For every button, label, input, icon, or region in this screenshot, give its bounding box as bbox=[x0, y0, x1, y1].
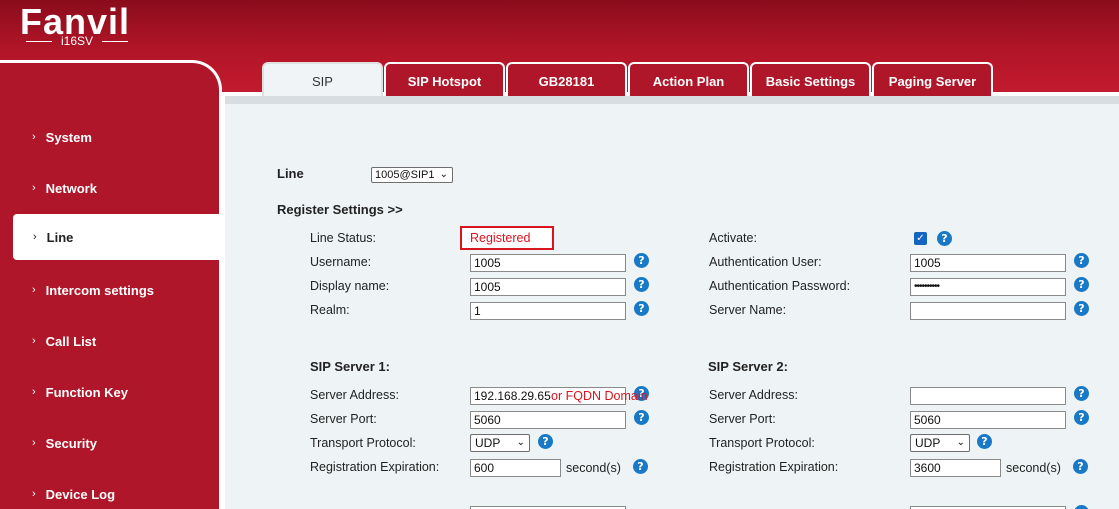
transport-select-value: UDP bbox=[915, 436, 941, 450]
display-name-input[interactable]: 1005 bbox=[470, 278, 626, 296]
server-2-expiration-input[interactable]: 3600 bbox=[910, 459, 1001, 477]
sidebar-item-line[interactable]: › Line bbox=[13, 214, 220, 260]
help-icon[interactable]: ? bbox=[937, 231, 952, 246]
sidebar: › System › Network › Line › Intercom set… bbox=[0, 60, 222, 509]
chevron-down-icon: ⌄ bbox=[956, 437, 965, 448]
sidebar-item-function-key[interactable]: › Function Key bbox=[0, 370, 219, 414]
server-1-port-label: Server Port: bbox=[310, 412, 377, 426]
help-icon[interactable]: ? bbox=[633, 459, 648, 474]
chevron-right-icon: › bbox=[32, 488, 36, 500]
server-2-port-input[interactable]: 5060 bbox=[910, 411, 1066, 429]
line-label: Line bbox=[277, 166, 304, 181]
chevron-down-icon: ⌄ bbox=[439, 169, 448, 180]
username-label: Username: bbox=[310, 255, 372, 269]
tab-sip[interactable]: SIP bbox=[262, 62, 383, 98]
help-icon[interactable] bbox=[1074, 505, 1089, 509]
server-2-expiration-unit: second(s) bbox=[1006, 461, 1061, 475]
help-icon[interactable]: ? bbox=[634, 253, 649, 268]
chevron-right-icon: › bbox=[32, 182, 36, 194]
sidebar-item-label: Function Key bbox=[45, 384, 129, 400]
server-2-address-label: Server Address: bbox=[709, 388, 798, 402]
sidebar-item-label: Line bbox=[46, 229, 74, 245]
sip-settings-panel: Line 1005@SIP1 ⌄ Register Settings >> Li… bbox=[225, 104, 1119, 509]
register-settings-heading: Register Settings >> bbox=[277, 202, 403, 217]
help-icon[interactable]: ? bbox=[538, 434, 553, 449]
help-icon[interactable]: ? bbox=[1073, 459, 1088, 474]
help-icon[interactable]: ? bbox=[1074, 410, 1089, 425]
help-icon[interactable]: ? bbox=[634, 410, 649, 425]
help-icon[interactable]: ? bbox=[634, 301, 649, 316]
line-status-label: Line Status: bbox=[310, 231, 377, 245]
sidebar-item-network[interactable]: › Network bbox=[0, 166, 219, 210]
auth-user-label: Authentication User: bbox=[709, 255, 822, 269]
auth-user-input[interactable]: 1005 bbox=[910, 254, 1066, 272]
help-icon[interactable]: ? bbox=[1074, 277, 1089, 292]
chevron-right-icon: › bbox=[33, 231, 37, 243]
server-1-port-input[interactable]: 5060 bbox=[470, 411, 626, 429]
sidebar-item-intercom-settings[interactable]: › Intercom settings bbox=[0, 268, 219, 312]
sidebar-item-label: System bbox=[45, 129, 92, 145]
chevron-right-icon: › bbox=[32, 284, 36, 296]
server-2-transport-label: Transport Protocol: bbox=[709, 436, 815, 450]
sip-server-1-heading: SIP Server 1: bbox=[310, 359, 390, 374]
server-1-expiration-input[interactable]: 600 bbox=[470, 459, 561, 477]
tab-basic-settings[interactable]: Basic Settings bbox=[750, 62, 871, 98]
realm-input[interactable]: 1 bbox=[470, 302, 626, 320]
chevron-right-icon: › bbox=[32, 335, 36, 347]
sidebar-item-security[interactable]: › Security bbox=[0, 421, 219, 465]
help-icon[interactable]: ? bbox=[1074, 386, 1089, 401]
tab-action-plan[interactable]: Action Plan bbox=[628, 62, 749, 98]
sidebar-item-label: Call List bbox=[45, 333, 97, 349]
sidebar-item-label: Security bbox=[45, 435, 97, 451]
transport-select-value: UDP bbox=[475, 436, 501, 450]
server-2-address-input[interactable] bbox=[910, 387, 1066, 405]
chevron-right-icon: › bbox=[32, 437, 36, 449]
activate-checkbox[interactable]: ✓ bbox=[914, 232, 927, 245]
line-status-value: Registered bbox=[460, 226, 554, 250]
tab-bar: SIP SIP Hotspot GB28181 Action Plan Basi… bbox=[225, 60, 1119, 100]
chevron-down-icon: ⌄ bbox=[516, 437, 525, 448]
help-icon[interactable]: ? bbox=[1074, 253, 1089, 268]
tab-underline bbox=[225, 96, 1119, 104]
server-1-expiration-label: Registration Expiration: bbox=[310, 460, 440, 474]
server-1-transport-select[interactable]: UDP ⌄ bbox=[470, 434, 530, 452]
tab-paging-server[interactable]: Paging Server bbox=[872, 62, 993, 98]
sidebar-item-device-log[interactable]: › Device Log bbox=[0, 472, 219, 509]
line-select[interactable]: 1005@SIP1 ⌄ bbox=[371, 167, 453, 183]
server-name-label: Server Name: bbox=[709, 303, 787, 317]
auth-password-input[interactable]: •••••••••• bbox=[910, 278, 1066, 296]
help-icon[interactable]: ? bbox=[977, 434, 992, 449]
sidebar-item-label: Network bbox=[45, 180, 97, 196]
chevron-right-icon: › bbox=[32, 131, 36, 143]
sidebar-item-system[interactable]: › System bbox=[0, 115, 219, 159]
tab-sip-hotspot[interactable]: SIP Hotspot bbox=[384, 62, 505, 98]
help-icon[interactable]: ? bbox=[634, 277, 649, 292]
sidebar-item-label: Intercom settings bbox=[45, 282, 155, 298]
sidebar-item-label: Device Log bbox=[45, 486, 116, 502]
activate-label: Activate: bbox=[709, 231, 757, 245]
username-input[interactable]: 1005 bbox=[470, 254, 626, 272]
auth-password-label: Authentication Password: bbox=[709, 279, 851, 293]
server-2-expiration-label: Registration Expiration: bbox=[709, 460, 839, 474]
server-2-transport-select[interactable]: UDP ⌄ bbox=[910, 434, 970, 452]
help-icon[interactable]: ? bbox=[1074, 301, 1089, 316]
display-name-label: Display name: bbox=[310, 279, 390, 293]
server-1-address-label: Server Address: bbox=[310, 388, 399, 402]
chevron-right-icon: › bbox=[32, 386, 36, 398]
server-2-port-label: Server Port: bbox=[709, 412, 776, 426]
server-name-input[interactable] bbox=[910, 302, 1066, 320]
server-1-expiration-unit: second(s) bbox=[566, 461, 621, 475]
realm-label: Realm: bbox=[310, 303, 350, 317]
sip-server-2-heading: SIP Server 2: bbox=[708, 359, 788, 374]
server-1-transport-label: Transport Protocol: bbox=[310, 436, 416, 450]
line-select-value: 1005@SIP1 bbox=[375, 169, 435, 181]
address-hint: or FQDN Domain bbox=[551, 389, 648, 403]
model-label: i16SV bbox=[22, 34, 132, 48]
sidebar-item-call-list[interactable]: › Call List bbox=[0, 319, 219, 363]
tab-gb28181[interactable]: GB28181 bbox=[506, 62, 627, 98]
